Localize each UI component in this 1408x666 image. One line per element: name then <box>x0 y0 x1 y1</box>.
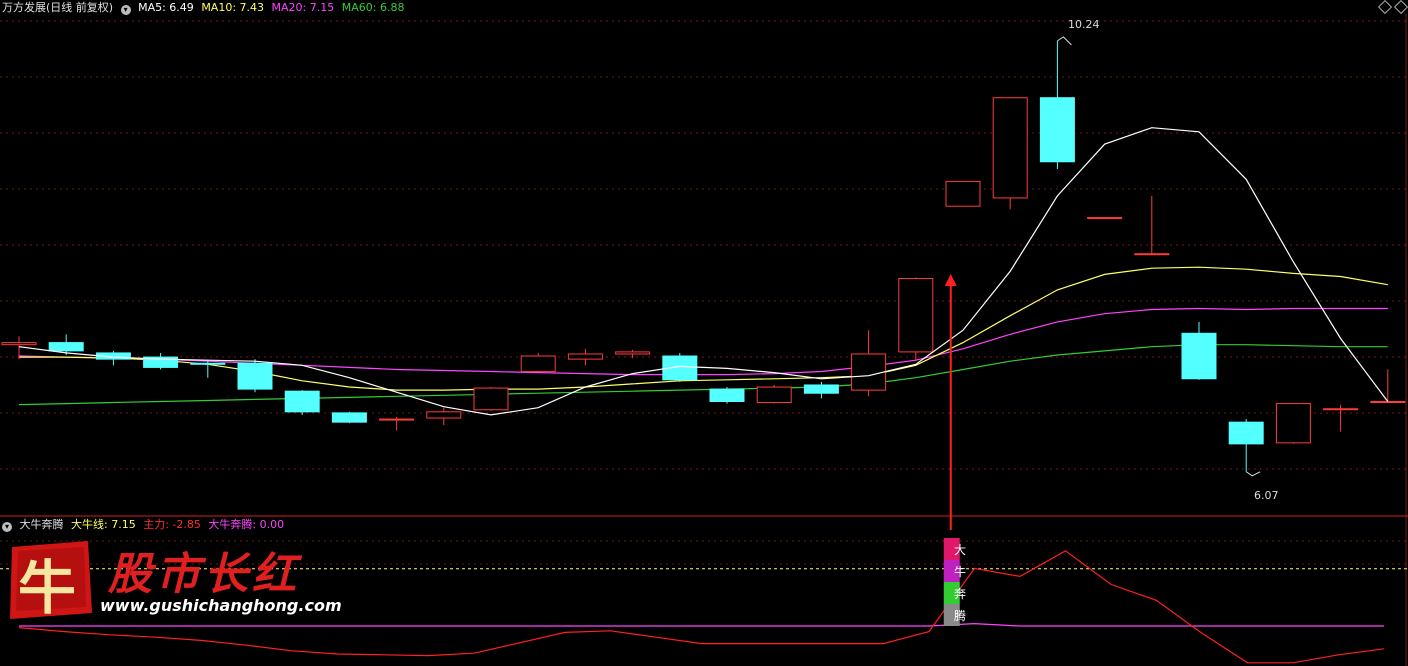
signal-char-3: 奔 <box>953 587 966 601</box>
candle-body-up <box>520 355 556 373</box>
candle <box>1134 195 1170 256</box>
candle <box>143 352 179 370</box>
candle <box>803 381 839 399</box>
high-pointer <box>1057 36 1072 46</box>
signal-char-4: 腾 <box>953 609 966 623</box>
candle <box>284 390 320 415</box>
candle <box>567 348 603 366</box>
low-price-label: 6.07 <box>1254 489 1279 502</box>
candle <box>1087 217 1123 220</box>
candle-body-down <box>237 362 273 390</box>
candle-body-up <box>1275 403 1311 444</box>
candle-body-down <box>331 412 367 423</box>
ma60-label: MA60: 6.88 <box>341 1 405 14</box>
candle <box>615 349 651 359</box>
zhuli-label: 主力: -2.85 <box>143 518 201 531</box>
dnbt-label: 大牛奔腾: 0.00 <box>208 518 285 531</box>
logo-url: www.gushichanghong.com <box>100 596 342 615</box>
signal-arrow <box>944 274 957 530</box>
candle <box>520 352 556 373</box>
bull-logo: 牛 <box>4 537 96 623</box>
candle <box>756 384 792 404</box>
candle-body-up <box>473 387 509 411</box>
ma10-label: MA10: 7.43 <box>201 1 265 14</box>
candle-body-up <box>615 351 651 355</box>
candle-body-up <box>1134 253 1170 256</box>
candle-body-up <box>992 97 1028 199</box>
candle <box>190 361 226 378</box>
candle-body-up <box>379 418 415 421</box>
candle <box>1275 403 1311 444</box>
candle-body-down <box>1181 332 1217 380</box>
arrow-head-icon <box>944 274 957 286</box>
candle-body-up <box>1 342 37 346</box>
candle-body-up <box>945 180 981 207</box>
chevron-down-icon[interactable]: ▾ <box>120 5 131 15</box>
dnx-label: 大牛线: 7.15 <box>71 518 136 531</box>
signal-char-1: 大 <box>953 543 966 557</box>
logo-title: 股市长红 <box>108 549 300 600</box>
candle-body-down <box>1228 421 1264 445</box>
candle-body-up <box>1323 408 1359 411</box>
candle <box>237 359 273 393</box>
ma20-label: MA20: 7.15 <box>271 1 335 14</box>
candle-body-up <box>567 353 603 360</box>
high-price-label: 10.24 <box>1068 18 1100 31</box>
bull-logo-char: 牛 <box>18 554 77 622</box>
main-chart-header: 万方发展(日线 前复权) ▾ MA5: 6.49 MA10: 7.43 MA20… <box>2 0 408 16</box>
candle <box>426 407 462 426</box>
ma5-label: MA5: 6.49 <box>138 1 194 14</box>
candle-body-down <box>48 342 84 352</box>
signal-char-2: 牛 <box>953 565 966 579</box>
candle <box>473 387 509 411</box>
candle-body-down <box>1039 97 1075 163</box>
candle <box>851 330 887 397</box>
chevron-down-icon[interactable]: ▾ <box>2 522 12 532</box>
low-pointer <box>1245 471 1261 477</box>
candle <box>379 417 415 431</box>
candle <box>331 411 367 424</box>
candle-body-up <box>851 353 887 391</box>
candle-body-down <box>190 362 226 365</box>
candle-body-down <box>284 390 320 413</box>
dnbt-line <box>19 622 1384 627</box>
candle-body-up <box>1087 217 1123 220</box>
candle-body-up <box>898 278 934 353</box>
candle <box>992 97 1028 210</box>
annotations <box>1057 36 1261 477</box>
candle-body-up <box>756 386 792 404</box>
candle <box>709 387 745 404</box>
candle-body-up <box>426 411 462 419</box>
candle <box>1181 321 1217 380</box>
candle-body-down <box>709 388 745 403</box>
sub-chart-header: ▾ 大牛奔腾 大牛线: 7.15 主力: -2.85 大牛奔腾: 0.00 <box>2 517 288 533</box>
candle <box>945 180 981 207</box>
candle <box>1228 419 1264 472</box>
candles <box>1 40 1406 472</box>
candle <box>1323 404 1359 432</box>
sub-chart-title: 大牛奔腾 <box>19 518 64 531</box>
candle <box>1039 40 1075 169</box>
candle-body-down <box>803 384 839 394</box>
candle <box>898 277 934 362</box>
chart-title: 万方发展(日线 前复权) <box>2 1 114 14</box>
candle-body-up <box>1370 401 1406 403</box>
